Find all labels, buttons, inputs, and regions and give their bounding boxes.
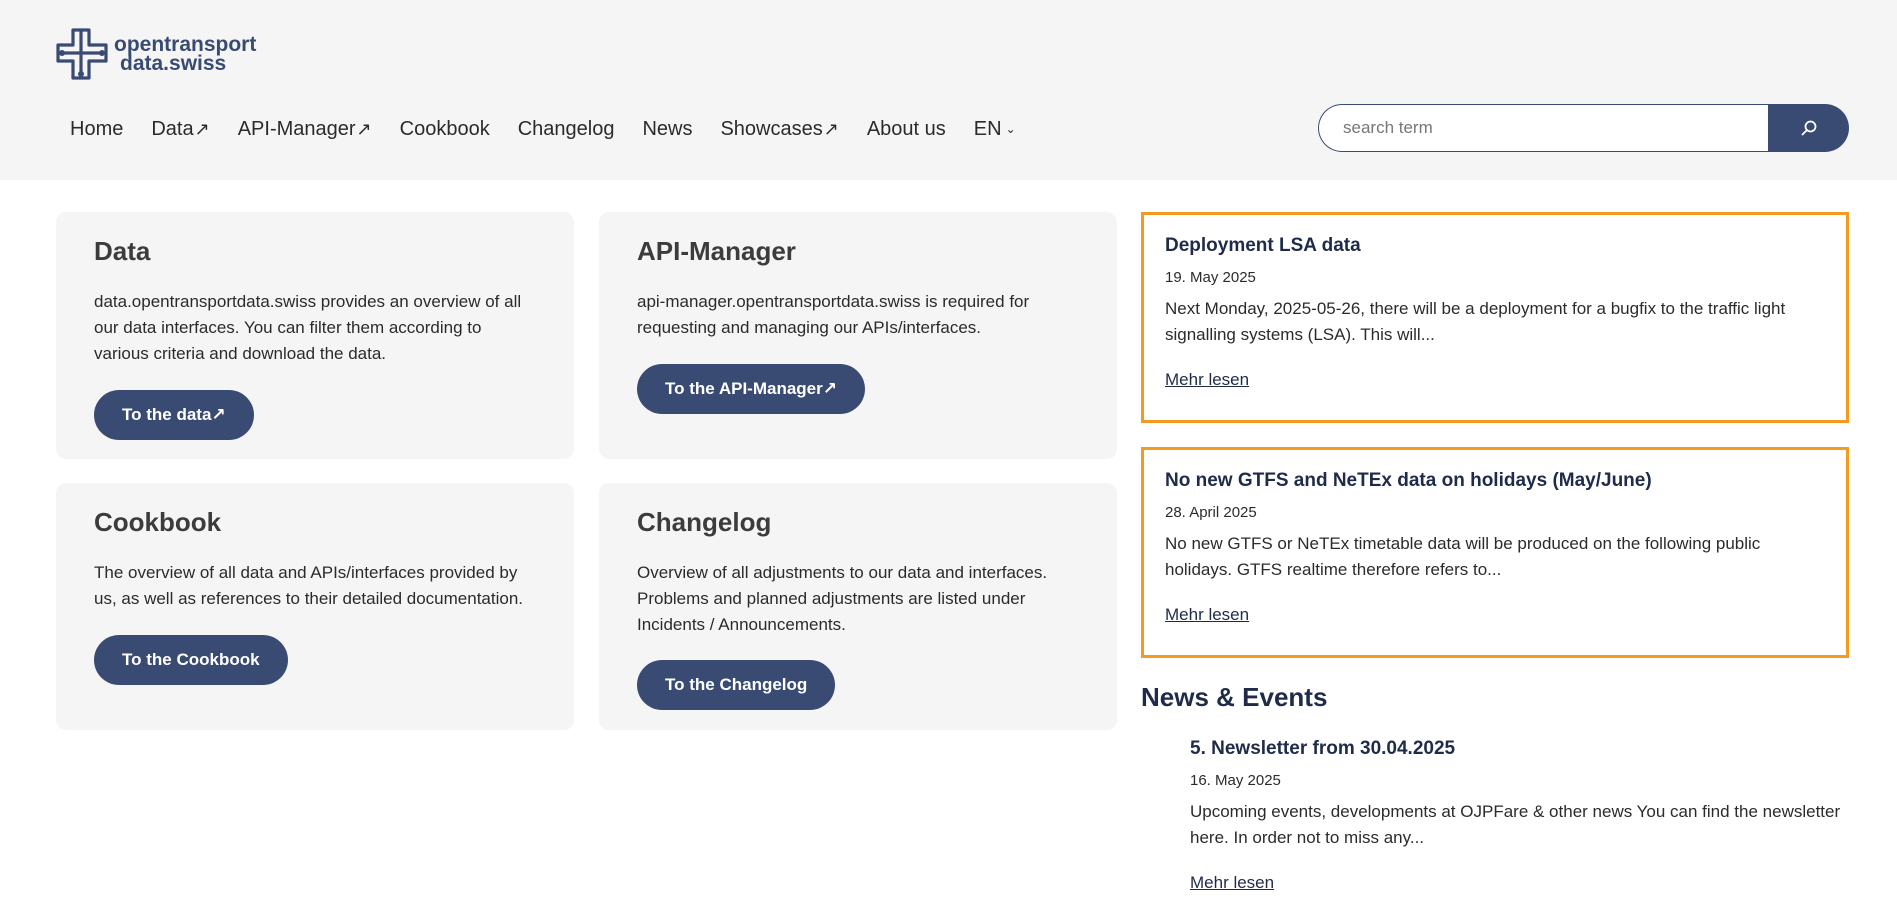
logo-line-2: data.swiss <box>120 52 227 75</box>
read-more-link[interactable]: Mehr lesen <box>1165 370 1249 390</box>
nav-cookbook-label: Cookbook <box>399 118 490 140</box>
news-events-heading: News & Events <box>1141 682 1328 712</box>
logo-wordmark: opentransport data.swiss <box>114 34 256 75</box>
nav-about-us-label: About us <box>866 118 946 140</box>
nav-changelog[interactable]: Changelog <box>518 118 615 141</box>
site-logo[interactable]: opentransport data.swiss <box>56 28 256 80</box>
card-cookbook: Cookbook The overview of all data and AP… <box>56 483 574 730</box>
nav-api-manager-label: API-Manager <box>237 118 356 140</box>
language-label: EN <box>973 118 1002 140</box>
nav-data-label: Data <box>151 118 194 140</box>
nav-news[interactable]: News <box>642 118 692 141</box>
news-item-excerpt: Upcoming events, developments at OJPFare… <box>1190 802 1841 847</box>
read-more-link[interactable]: Mehr lesen <box>1165 605 1249 625</box>
notice-card: No new GTFS and NeTEx data on holidays (… <box>1141 447 1849 658</box>
notice-title[interactable]: No new GTFS and NeTEx data on holidays (… <box>1165 470 1825 492</box>
external-link-icon: ↗ <box>823 119 839 139</box>
external-link-icon: ↗ <box>356 119 372 139</box>
nav-home-label: Home <box>70 118 124 140</box>
news-item: 5. Newsletter from 30.04.2025 16. May 20… <box>1190 738 1850 893</box>
search-input[interactable] <box>1318 104 1768 152</box>
nav-api-manager[interactable]: API-Manager↗ <box>238 118 372 141</box>
search-bar <box>1318 104 1849 152</box>
to-the-changelog-button[interactable]: To the Changelog <box>637 660 836 710</box>
to-the-cookbook-button[interactable]: To the Cookbook <box>94 635 288 685</box>
nav-showcases[interactable]: Showcases↗ <box>720 118 838 141</box>
read-more-link[interactable]: Mehr lesen <box>1190 873 1274 893</box>
notice-date: 28. April 2025 <box>1165 504 1257 521</box>
site-header: opentransport data.swiss Home Data↗ API-… <box>0 0 1897 180</box>
card-cookbook-title: Cookbook <box>94 507 222 537</box>
news-item-date: 16. May 2025 <box>1190 772 1281 789</box>
nav-news-label: News <box>642 118 693 140</box>
logo-icon <box>56 28 108 80</box>
card-changelog-text: Overview of all adjustments to our data … <box>637 563 1048 634</box>
nav-changelog-label: Changelog <box>517 118 615 140</box>
search-button[interactable] <box>1768 104 1849 152</box>
card-data: Data data.opentransportdata.swiss provid… <box>56 212 574 459</box>
card-api-manager-text: api-manager.opentransportdata.swiss is r… <box>637 292 1030 337</box>
nav-about-us[interactable]: About us <box>867 118 946 141</box>
search-icon <box>1801 120 1816 136</box>
notice-excerpt: No new GTFS or NeTEx timetable data will… <box>1165 534 1761 579</box>
chevron-down-icon: ⌄ <box>1005 122 1016 136</box>
to-the-api-manager-button[interactable]: To the API-Manager↗ <box>637 364 865 414</box>
nav-home[interactable]: Home <box>70 118 123 141</box>
card-api-manager-title: API-Manager <box>637 236 796 266</box>
notice-excerpt: Next Monday, 2025-05-26, there will be a… <box>1165 299 1786 344</box>
main-nav: Home Data↗ API-Manager↗ Cookbook Changel… <box>70 118 1044 141</box>
card-changelog-title: Changelog <box>637 507 772 537</box>
notice-date: 19. May 2025 <box>1165 269 1256 286</box>
nav-cookbook[interactable]: Cookbook <box>400 118 490 141</box>
notice-title[interactable]: Deployment LSA data <box>1165 235 1825 257</box>
nav-data[interactable]: Data↗ <box>151 118 209 141</box>
news-item-title[interactable]: 5. Newsletter from 30.04.2025 <box>1190 738 1850 760</box>
card-changelog: Changelog Overview of all adjustments to… <box>599 483 1117 730</box>
to-the-data-button[interactable]: To the data↗ <box>94 390 254 440</box>
external-link-icon: ↗ <box>194 119 210 139</box>
card-api-manager: API-Manager api-manager.opentransportdat… <box>599 212 1117 459</box>
card-cookbook-text: The overview of all data and APIs/interf… <box>94 563 524 608</box>
nav-showcases-label: Showcases <box>720 118 823 140</box>
card-data-text: data.opentransportdata.swiss provides an… <box>94 292 522 363</box>
card-data-title: Data <box>94 236 151 266</box>
notice-card: Deployment LSA data 19. May 2025 Next Mo… <box>1141 212 1849 423</box>
language-switcher[interactable]: EN ⌄ <box>974 118 1016 141</box>
